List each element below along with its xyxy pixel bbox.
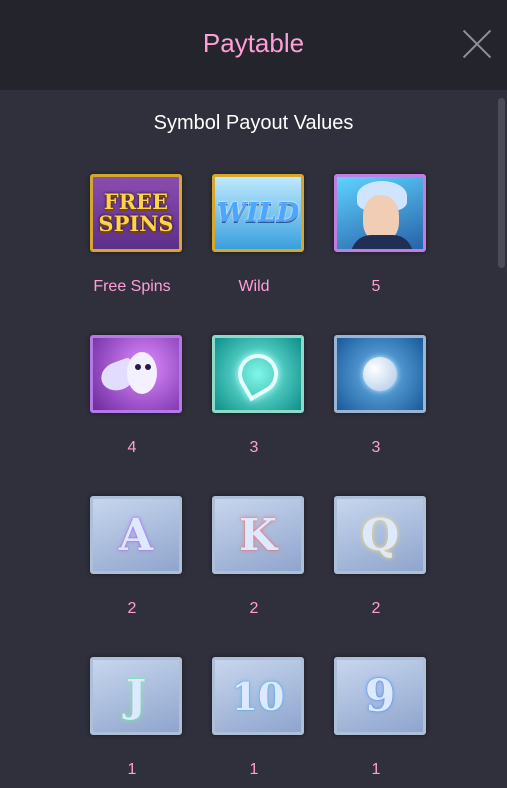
crystal-shape [230, 346, 286, 402]
header-bar: Paytable [0, 0, 507, 90]
free-spins-symbol-icon: FREE SPINS [90, 174, 182, 252]
owl-eye-left [135, 364, 141, 370]
scrollbar[interactable] [498, 98, 505, 268]
tile-letter: 9 [364, 670, 396, 722]
letter-a-icon: A [90, 496, 182, 574]
close-icon[interactable] [460, 27, 494, 61]
tile-letter: J [125, 670, 147, 722]
symbol-grid: FREE SPINS Free Spins WILD Wild 5 4 3 3 … [80, 174, 450, 788]
page-title: Paytable [202, 28, 305, 58]
tile-letter: Q [360, 509, 400, 561]
symbol-value: 2 [127, 600, 137, 617]
symbol-value: 1 [127, 761, 137, 778]
symbol-value: 2 [249, 600, 259, 617]
symbol-snowball: 3 [324, 335, 446, 496]
symbol-value: 3 [371, 439, 381, 456]
wild-symbol-icon: WILD [212, 174, 304, 252]
symbol-owl: 4 [80, 335, 202, 496]
symbol-wild: WILD Wild [202, 174, 324, 335]
symbol-value: 5 [371, 278, 381, 295]
letter-q-icon: Q [334, 496, 426, 574]
letter-k-icon: K [212, 496, 304, 574]
symbol-hero: 5 [324, 174, 446, 335]
symbol-value: 1 [249, 761, 259, 778]
owl-eye-right [145, 364, 151, 370]
hero-body [351, 235, 413, 249]
section-title: Symbol Payout Values [153, 112, 354, 134]
symbol-label: Free Spins [93, 278, 171, 295]
symbol-free-spins: FREE SPINS Free Spins [80, 174, 202, 335]
symbol-j: J 1 [80, 657, 202, 788]
symbol-10: 10 1 [202, 657, 324, 788]
hero-character-icon [334, 174, 426, 252]
snowball-icon [334, 335, 426, 413]
tile-letter: 10 [231, 673, 285, 719]
symbol-gem: 3 [202, 335, 324, 496]
snowball-shape [363, 357, 397, 391]
symbol-q: Q 2 [324, 496, 446, 657]
symbol-value: 3 [249, 439, 259, 456]
symbol-k: K 2 [202, 496, 324, 657]
owl-body [127, 352, 157, 394]
free-spins-tile-text: FREE SPINS [98, 189, 174, 236]
symbol-value: 1 [371, 761, 381, 778]
symbol-9: 9 1 [324, 657, 446, 788]
paytable-content[interactable]: Symbol Payout Values FREE SPINS Free Spi… [0, 90, 507, 788]
symbol-value: 2 [371, 600, 381, 617]
tile-letter: K [238, 509, 278, 561]
number-9-icon: 9 [334, 657, 426, 735]
symbol-a: A 2 [80, 496, 202, 657]
owl-icon [90, 335, 182, 413]
ice-crystal-icon [212, 335, 304, 413]
wild-tile-text: WILD [216, 198, 300, 228]
symbol-label: Wild [238, 278, 270, 295]
number-10-icon: 10 [212, 657, 304, 735]
letter-j-icon: J [90, 657, 182, 735]
tile-letter: A [118, 509, 154, 561]
symbol-value: 4 [127, 439, 137, 456]
